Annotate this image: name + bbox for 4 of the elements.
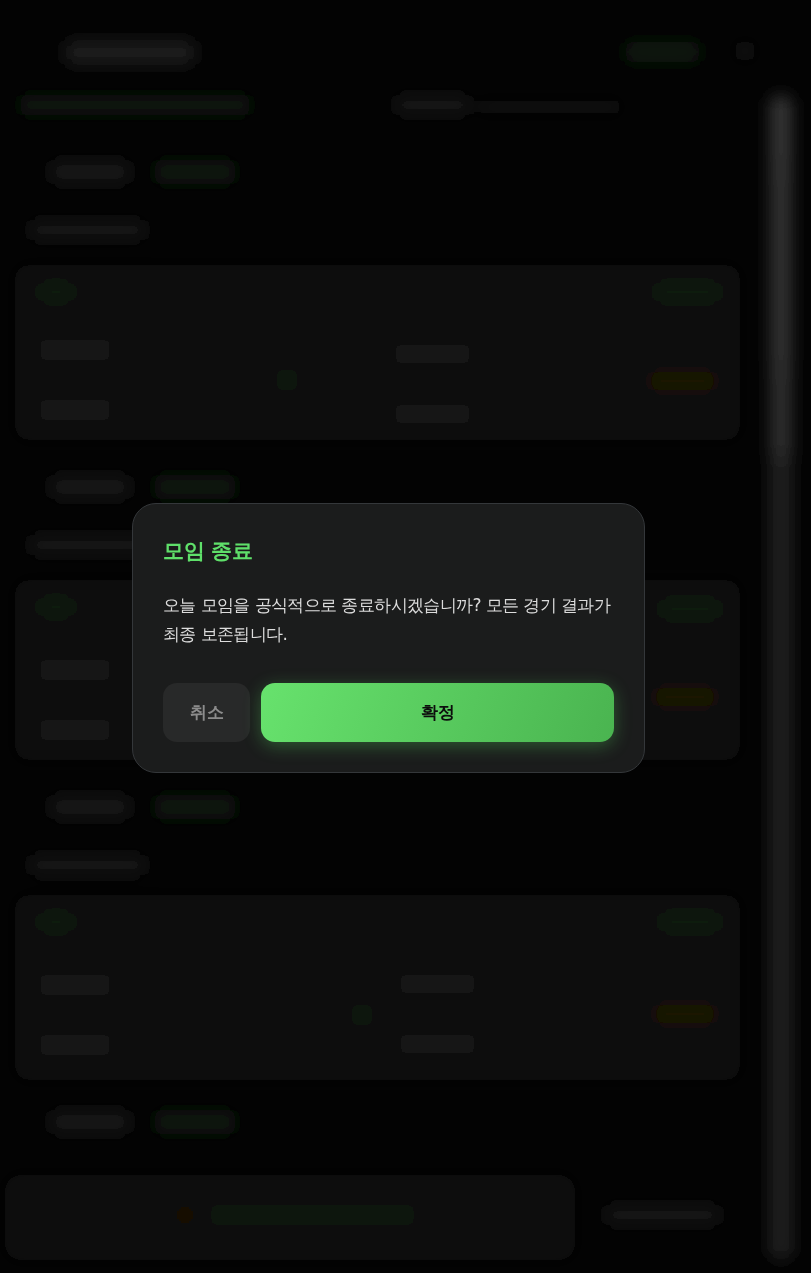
dialog-message: 오늘 모임을 공식적으로 종료하시겠습니까? 모든 경기 결과가 최종 보존됩니다.	[163, 594, 612, 646]
dialog-title: 모임 종료	[163, 538, 254, 565]
cancel-button[interactable]: 취소	[163, 683, 250, 742]
confirm-button[interactable]: 확정	[261, 683, 614, 742]
